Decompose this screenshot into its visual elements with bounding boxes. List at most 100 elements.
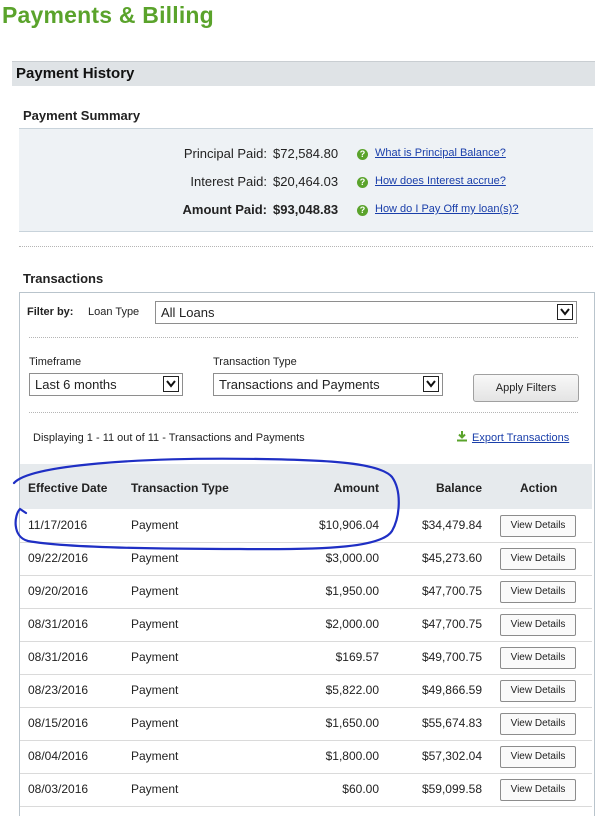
view-details-button[interactable]: View Details — [500, 779, 576, 801]
cell-amount: $5,822.00 — [325, 683, 379, 697]
view-details-button[interactable]: View Details — [500, 713, 576, 735]
col-transaction-type[interactable]: Transaction Type — [131, 481, 229, 495]
export-transactions-label[interactable]: Export Transactions — [472, 432, 569, 444]
timeframe-select[interactable]: Last 6 months — [29, 373, 183, 396]
col-balance[interactable]: Balance — [436, 481, 482, 495]
chevron-down-icon[interactable] — [163, 376, 179, 392]
table-row: 11/17/2016 Payment $10,906.04 $34,479.84 Vie… — [20, 509, 592, 543]
cell-effective-date: 08/03/2016 — [28, 782, 89, 796]
transaction-type-label: Transaction Type — [213, 356, 297, 368]
table-row: 08/31/2016 Payment $169.57 $49,700.75 View D… — [20, 641, 592, 675]
cell-transaction-type: Payment — [131, 650, 179, 664]
summary-value: $20,464.03 — [273, 174, 339, 189]
chevron-down-icon[interactable] — [423, 376, 439, 392]
help-link-principal[interactable]: What is Principal Balance? — [375, 147, 506, 159]
transaction-type-select[interactable]: Transactions and Payments — [213, 373, 443, 396]
download-icon — [457, 431, 467, 442]
summary-label: Amount Paid: — [182, 202, 268, 217]
cell-transaction-type: Payment — [131, 683, 179, 697]
cell-effective-date: 08/15/2016 — [28, 716, 89, 730]
cell-transaction-type: Payment — [131, 551, 179, 565]
table-header: Effective Date Transaction Type Amount B… — [20, 464, 592, 509]
display-count-text: Displaying 1 - 11 out of 11 - Transactio… — [33, 432, 305, 444]
cell-balance: $57,302.04 — [421, 749, 482, 763]
cell-effective-date: 08/31/2016 — [28, 617, 89, 631]
cell-amount: $1,950.00 — [325, 584, 379, 598]
cell-transaction-type: Payment — [131, 716, 179, 730]
cell-balance: $47,700.75 — [421, 617, 482, 631]
cell-transaction-type: Payment — [131, 749, 179, 763]
summary-row-amount: Amount Paid: $93,048.83 ? How do I Pay O… — [19, 202, 593, 222]
view-details-button[interactable]: View Details — [500, 647, 576, 669]
view-details-button[interactable]: View Details — [500, 614, 576, 636]
timeframe-value: Last 6 months — [35, 377, 117, 392]
cell-balance: $59,099.58 — [421, 782, 482, 796]
cell-amount: $60.00 — [342, 782, 379, 796]
cell-effective-date: 08/04/2016 — [28, 749, 89, 763]
transaction-type-value: Transactions and Payments — [219, 377, 380, 392]
summary-row-principal: Principal Paid: $72,584.80 ? What is Pri… — [19, 146, 593, 166]
summary-label: Principal Paid: — [183, 146, 267, 161]
table-row: 08/03/2016 Payment $60.00 $59,099.58 View De… — [20, 773, 592, 807]
loan-type-value: All Loans — [161, 305, 215, 320]
payment-history-header: Payment History — [12, 61, 595, 86]
cell-amount: $169.57 — [335, 650, 379, 664]
payment-history-title: Payment History — [16, 65, 135, 82]
cell-transaction-type: Payment — [131, 782, 179, 796]
summary-value: $72,584.80 — [273, 146, 339, 161]
cell-amount: $2,000.00 — [325, 617, 379, 631]
view-details-button[interactable]: View Details — [500, 515, 576, 537]
summary-row-interest: Interest Paid: $20,464.03 ? How does Int… — [19, 174, 593, 194]
divider — [19, 246, 593, 247]
filter-divider — [29, 412, 578, 413]
cell-balance: $49,866.59 — [421, 683, 482, 697]
cell-effective-date: 08/23/2016 — [28, 683, 89, 697]
transactions-title: Transactions — [23, 271, 104, 286]
view-details-button[interactable]: View Details — [500, 746, 576, 768]
help-link-payoff[interactable]: How do I Pay Off my loan(s)? — [375, 203, 518, 215]
payment-summary-title: Payment Summary — [23, 108, 141, 123]
help-icon[interactable]: ? — [357, 205, 368, 216]
apply-filters-button[interactable]: Apply Filters — [473, 374, 579, 402]
cell-effective-date: 11/17/2016 — [28, 518, 88, 532]
cell-amount: $1,800.00 — [325, 749, 379, 763]
cell-effective-date: 09/20/2016 — [28, 584, 89, 598]
col-action: Action — [520, 481, 558, 495]
table-row: 08/23/2016 Payment $5,822.00 $49,866.59 View… — [20, 674, 592, 708]
cell-amount: $3,000.00 — [325, 551, 379, 565]
help-link-interest[interactable]: How does Interest accrue? — [375, 175, 506, 187]
cell-amount: $10,906.04 — [318, 518, 379, 532]
cell-balance: $47,700.75 — [421, 584, 482, 598]
view-details-button[interactable]: View Details — [500, 680, 576, 702]
chevron-down-icon[interactable] — [557, 304, 573, 320]
col-effective-date[interactable]: Effective Date — [28, 481, 107, 495]
view-details-button[interactable]: View Details — [500, 548, 576, 570]
cell-balance: $49,700.75 — [421, 650, 482, 664]
loan-type-label: Loan Type — [88, 306, 140, 318]
help-icon[interactable]: ? — [357, 149, 368, 160]
table-row: 08/15/2016 Payment $1,650.00 $55,674.83 View… — [20, 707, 592, 741]
page-title: Payments & Billing — [2, 2, 214, 28]
cell-effective-date: 09/22/2016 — [28, 551, 89, 565]
filter-by-label: Filter by: — [27, 306, 74, 318]
filter-divider — [29, 337, 578, 338]
cell-balance: $45,273.60 — [421, 551, 482, 565]
table-row: 09/20/2016 Payment $1,950.00 $47,700.75 View… — [20, 575, 592, 609]
summary-value: $93,048.83 — [273, 202, 339, 217]
cell-transaction-type: Payment — [131, 518, 179, 532]
cell-transaction-type: Payment — [131, 617, 179, 631]
cell-amount: $1,650.00 — [325, 716, 379, 730]
export-transactions-link[interactable]: Export Transactions — [456, 430, 569, 444]
help-icon[interactable]: ? — [357, 177, 368, 188]
cell-transaction-type: Payment — [131, 584, 179, 598]
summary-label: Interest Paid: — [190, 174, 267, 189]
loan-type-select[interactable]: All Loans — [155, 301, 577, 324]
payment-summary-box: Principal Paid: $72,584.80 ? What is Pri… — [19, 128, 593, 232]
cell-balance: $34,479.84 — [421, 518, 482, 532]
table-row: 08/31/2016 Payment $2,000.00 $47,700.75 View… — [20, 608, 592, 642]
timeframe-label: Timeframe — [29, 356, 82, 368]
table-row: 08/04/2016 Payment $1,800.00 $57,302.04 View… — [20, 740, 592, 774]
col-amount[interactable]: Amount — [334, 481, 379, 495]
cell-balance: $55,674.83 — [421, 716, 482, 730]
view-details-button[interactable]: View Details — [500, 581, 576, 603]
